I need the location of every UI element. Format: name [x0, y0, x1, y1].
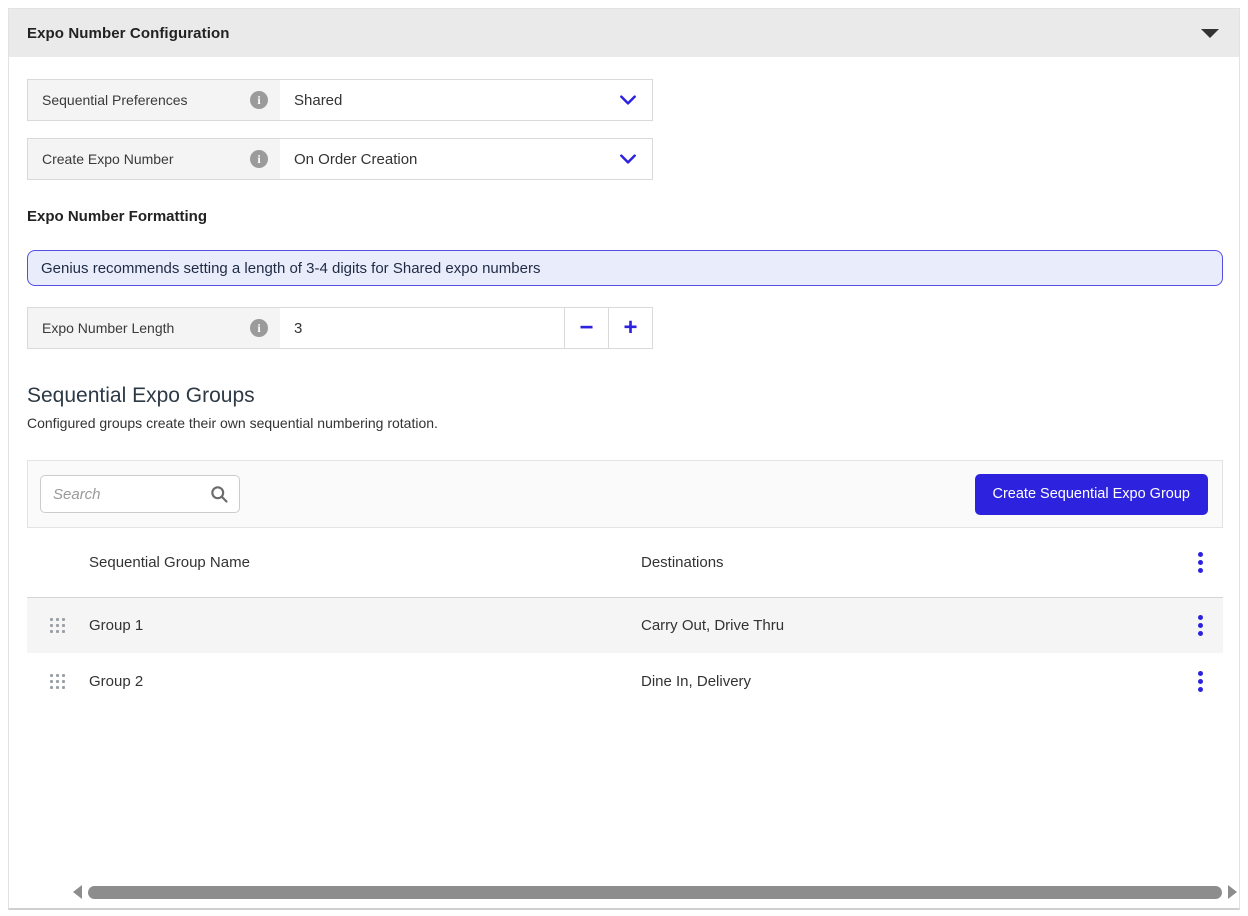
drag-handle-icon[interactable]	[50, 674, 66, 690]
sequential-preferences-label: Sequential Preferences	[42, 92, 250, 108]
panel-header[interactable]: Expo Number Configuration	[9, 9, 1239, 57]
group-name: Group 1	[89, 617, 641, 634]
row-menu-icon[interactable]	[1194, 611, 1207, 640]
create-sequential-expo-group-button[interactable]: Create Sequential Expo Group	[975, 474, 1209, 515]
groups-table-header: Sequential Group Name Destinations	[27, 528, 1223, 598]
search-input[interactable]	[53, 486, 209, 503]
horizontal-scrollbar[interactable]	[73, 884, 1237, 900]
sequential-expo-groups-title: Sequential Expo Groups	[27, 384, 1221, 408]
drag-handle-icon[interactable]	[50, 618, 66, 634]
expo-number-length-input[interactable]	[294, 320, 550, 337]
search-box[interactable]	[40, 475, 240, 513]
collapse-caret-icon[interactable]	[1201, 29, 1219, 38]
group-destinations: Carry Out, Drive Thru	[641, 617, 1177, 634]
groups-toolbar: Create Sequential Expo Group	[27, 460, 1223, 528]
recommendation-banner-text: Genius recommends setting a length of 3-…	[41, 260, 540, 277]
expo-number-formatting-heading: Expo Number Formatting	[27, 208, 1221, 225]
column-header-name: Sequential Group Name	[89, 554, 641, 571]
panel-title: Expo Number Configuration	[27, 25, 230, 42]
info-icon[interactable]: i	[250, 150, 268, 168]
increment-button[interactable]: +	[608, 308, 652, 348]
create-expo-number-label: Create Expo Number	[42, 151, 250, 167]
sequential-preferences-label-cell: Sequential Preferences i	[28, 80, 280, 120]
expo-number-configuration-panel: Expo Number Configuration Sequential Pre…	[8, 8, 1240, 910]
create-expo-number-value: On Order Creation	[294, 151, 618, 168]
expo-number-length-label: Expo Number Length	[42, 320, 250, 336]
scroll-left-icon[interactable]	[73, 885, 82, 899]
chevron-down-icon	[618, 149, 638, 169]
search-icon[interactable]	[209, 484, 229, 504]
create-expo-number-dropdown[interactable]: On Order Creation	[280, 139, 652, 179]
scrollbar-thumb[interactable]	[88, 886, 1222, 899]
column-header-destinations: Destinations	[641, 554, 1177, 571]
chevron-down-icon	[618, 90, 638, 110]
info-icon[interactable]: i	[250, 91, 268, 109]
group-destinations: Dine In, Delivery	[641, 673, 1177, 690]
info-icon[interactable]: i	[250, 319, 268, 337]
sequential-preferences-value: Shared	[294, 92, 618, 109]
create-expo-number-label-cell: Create Expo Number i	[28, 139, 280, 179]
expo-number-length-row: Expo Number Length i − +	[27, 307, 653, 349]
recommendation-banner: Genius recommends setting a length of 3-…	[27, 250, 1223, 286]
table-menu-icon[interactable]	[1194, 548, 1207, 577]
expo-number-length-label-cell: Expo Number Length i	[28, 308, 280, 348]
group-name: Group 2	[89, 673, 641, 690]
row-menu-icon[interactable]	[1194, 667, 1207, 696]
table-row: Group 2 Dine In, Delivery	[27, 654, 1223, 709]
sequential-expo-groups-subtitle: Configured groups create their own seque…	[27, 415, 1221, 431]
create-expo-number-row: Create Expo Number i On Order Creation	[27, 138, 653, 180]
scroll-right-icon[interactable]	[1228, 885, 1237, 899]
table-row: Group 1 Carry Out, Drive Thru	[27, 598, 1223, 653]
sequential-preferences-dropdown[interactable]: Shared	[280, 80, 652, 120]
sequential-preferences-row: Sequential Preferences i Shared	[27, 79, 653, 121]
decrement-button[interactable]: −	[564, 308, 608, 348]
